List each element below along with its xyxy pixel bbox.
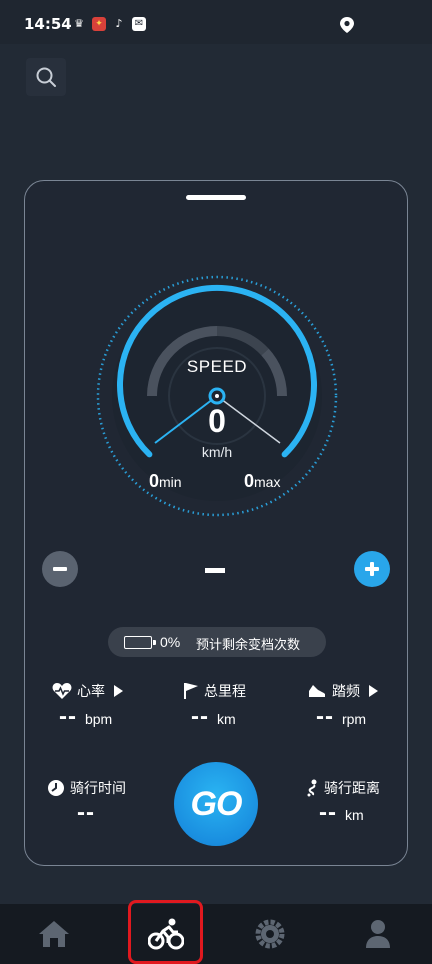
ride-distance-value-row: -- km: [319, 799, 364, 827]
heart-rate-value-row: -- bpm: [59, 703, 112, 731]
speed-gauge: [96, 275, 338, 517]
location-pin-icon: [340, 17, 354, 33]
cadence-metric[interactable]: 踏频: [307, 681, 378, 701]
go-button[interactable]: GO: [174, 762, 258, 846]
tab-settings[interactable]: [230, 904, 310, 964]
heart-rate-metric[interactable]: 心率: [52, 681, 123, 701]
bottom-tab-bar: [0, 904, 432, 964]
min-label: min: [159, 474, 182, 490]
profile-icon: [366, 920, 390, 948]
home-icon: [39, 921, 69, 947]
status-bar: 14:54 ♛ ✦ ♪ ✉: [0, 0, 432, 44]
ride-distance-value: --: [319, 799, 337, 826]
arrow-right-icon: [369, 685, 378, 697]
total-distance-value-row: -- km: [191, 703, 236, 731]
app-icon: ✦: [92, 17, 106, 31]
go-label: GO: [190, 784, 243, 823]
decrease-button[interactable]: [42, 551, 78, 587]
ride-distance-metric: 骑行距离: [305, 778, 380, 798]
search-button[interactable]: [26, 58, 66, 96]
cadence-label: 踏频: [332, 684, 360, 700]
total-distance-label: 总里程: [204, 684, 246, 700]
search-icon: [36, 67, 56, 87]
gauge-max: 0max: [244, 471, 280, 492]
heart-rate-unit: bpm: [84, 711, 113, 727]
battery-icon: [124, 636, 156, 649]
heart-rate-value: --: [59, 703, 77, 730]
tiktok-icon: ♪: [115, 17, 123, 30]
gauge-min: 0min: [149, 471, 182, 492]
status-icons: ♛ ✦ ♪ ✉: [72, 17, 146, 31]
ride-time-label: 骑行时间: [70, 781, 126, 797]
ride-distance-label: 骑行距离: [324, 781, 380, 797]
settings-icon: [255, 919, 285, 949]
status-time: 14:54: [24, 15, 72, 33]
route-icon: [307, 779, 317, 797]
battery-label: 预计剩余变档次数: [196, 638, 301, 653]
speed-value: 0: [208, 403, 226, 439]
heart-rate-icon: [52, 683, 72, 699]
ride-panel: SPEED 0 km/h 0min 0max - 0% 预计剩余变档次数 心率: [24, 180, 408, 866]
active-tab-highlight: [128, 900, 203, 964]
battery-status: 0% 预计剩余变档次数: [108, 627, 326, 657]
min-value: 0: [149, 471, 160, 491]
tab-profile[interactable]: [338, 904, 418, 964]
plus-icon: [365, 562, 379, 576]
cadence-unit: rpm: [341, 711, 367, 727]
minus-icon: [53, 567, 67, 571]
total-distance-metric: 总里程: [183, 681, 246, 701]
max-label: max: [254, 474, 281, 490]
arrow-right-icon: [114, 685, 123, 697]
gauge-title: SPEED: [186, 357, 248, 376]
heart-rate-label: 心率: [77, 684, 105, 700]
clock-icon: [48, 780, 64, 796]
flag-icon: [184, 683, 198, 699]
speed-unit: km/h: [201, 444, 233, 460]
level-value: -: [205, 568, 225, 573]
total-distance-value: --: [191, 703, 209, 730]
cadence-value: --: [316, 703, 334, 730]
increase-button[interactable]: [354, 551, 390, 587]
battery-percent: 0%: [160, 634, 181, 650]
max-value: 0: [244, 471, 255, 491]
total-distance-unit: km: [216, 711, 236, 727]
ride-time-value-row: --: [77, 799, 95, 827]
shoe-icon: [309, 685, 325, 697]
ride-distance-unit: km: [344, 807, 364, 823]
mail-icon: ✉: [132, 17, 146, 31]
crown-icon: ♛: [74, 17, 84, 30]
tab-home[interactable]: [14, 904, 94, 964]
cadence-value-row: -- rpm: [316, 703, 366, 731]
ride-time-value: --: [77, 799, 95, 826]
ride-time-metric: 骑行时间: [47, 778, 126, 798]
